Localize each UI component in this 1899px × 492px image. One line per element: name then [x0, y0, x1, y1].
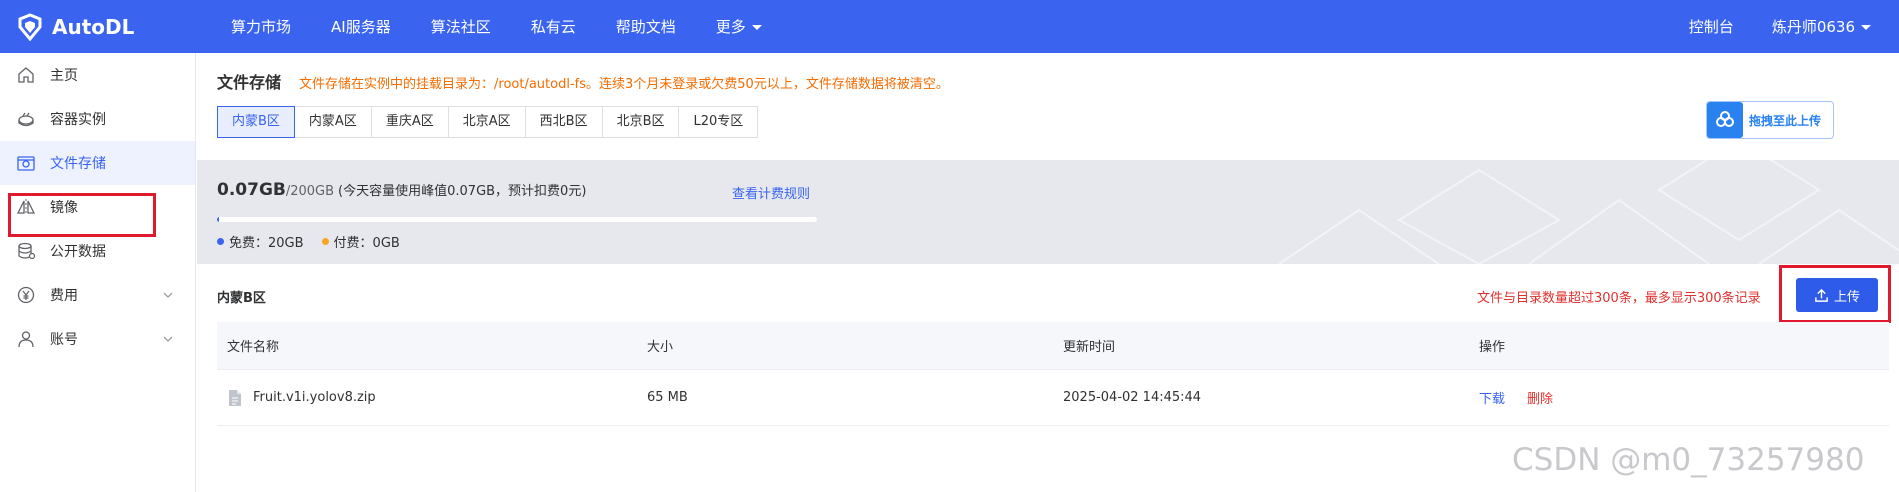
paid-dot-icon [321, 238, 329, 245]
free-dot-icon [217, 238, 224, 245]
used-capacity: 0.07GB [217, 180, 286, 200]
file-size: 65 MB [647, 390, 688, 405]
legend-free: 免费：20GB [217, 232, 304, 251]
chevron-down-icon [1861, 25, 1871, 30]
table-header: 文件名称 大小 更新时间 操作 [217, 322, 1889, 370]
upload-button-label: 上传 [1833, 289, 1860, 305]
usage-progress-fill [217, 217, 219, 222]
current-region-label: 内蒙B区 [217, 291, 266, 306]
sidebar-item-billing[interactable]: 费用 [0, 273, 195, 317]
main-content: 文件存储 文件存储在实例中的挂载目录为：/root/autodl-fs。连续3个… [197, 53, 1899, 492]
file-name: Fruit.v1i.yolov8.zip [253, 390, 376, 405]
tab-region-beijing-a[interactable]: 北京A区 [447, 106, 526, 138]
user-icon [18, 331, 34, 348]
tab-region-beijing-b[interactable]: 北京B区 [601, 106, 680, 138]
tab-region-chongqing-a[interactable]: 重庆A区 [370, 106, 449, 138]
page-title: 文件存储 [217, 73, 282, 92]
sidebar-item-label: 镜像 [50, 200, 78, 216]
header-file-name: 文件名称 [227, 340, 280, 355]
autodl-logo-icon [18, 12, 42, 41]
tab-region-neimeng-a[interactable]: 内蒙A区 [293, 106, 372, 138]
sidebar-item-home[interactable]: 主页 [0, 53, 195, 97]
decorative-pattern [1278, 160, 1899, 264]
brand-name: AutoDL [52, 14, 135, 39]
chevron-down-icon [163, 336, 173, 342]
sidebar-item-label: 费用 [50, 288, 78, 304]
home-icon [18, 67, 34, 83]
drag-upload-label: 拖拽至此上传 [1749, 113, 1822, 128]
container-icon [18, 112, 34, 127]
sidebar-item-mirror[interactable]: 镜像 [0, 185, 195, 229]
drag-upload-icon-box [1707, 102, 1743, 138]
sidebar-item-containers[interactable]: 容器实例 [0, 97, 195, 141]
delete-link[interactable]: 删除 [1527, 388, 1553, 407]
usage-summary: 0.07GB /200GB (今天容量使用峰值0.07GB，预计扣费0元) [217, 180, 586, 200]
chevron-down-icon [751, 25, 762, 30]
user-menu[interactable]: 炼丹师0636 [1772, 16, 1871, 37]
sidebar-item-account[interactable]: 账号 [0, 317, 195, 361]
sidebar-item-file-storage[interactable]: 文件存储 [0, 141, 195, 185]
header-updated: 更新时间 [1063, 340, 1116, 355]
usage-panel: 0.07GB /200GB (今天容量使用峰值0.07GB，预计扣费0元) 查看… [197, 160, 1899, 264]
download-link[interactable]: 下载 [1479, 388, 1505, 407]
nav-ai-server[interactable]: AI服务器 [331, 16, 391, 37]
legend-free-label: 免费：20GB [229, 236, 304, 251]
usage-legend: 免费：20GB 付费：0GB [217, 232, 418, 251]
top-right-menu: 控制台 炼丹师0636 [1651, 16, 1871, 37]
drag-upload-button[interactable]: 拖拽至此上传 [1706, 101, 1834, 139]
yen-icon [17, 286, 35, 304]
nav-private-cloud[interactable]: 私有云 [531, 16, 576, 37]
main-nav: 算力市场 AI服务器 算法社区 私有云 帮助文档 更多 [231, 16, 802, 37]
region-tabs: 内蒙B区 内蒙A区 重庆A区 北京A区 西北B区 北京B区 L20专区 [217, 106, 759, 138]
billing-rules-link[interactable]: 查看计费规则 [732, 183, 810, 202]
sidebar-item-label: 公开数据 [50, 244, 106, 260]
legend-paid: 付费：0GB [321, 232, 400, 251]
file-table: 文件名称 大小 更新时间 操作 Fruit.v1i.yolov8.zip 65 … [217, 322, 1889, 426]
table-row: Fruit.v1i.yolov8.zip 65 MB 2025-04-02 14… [217, 370, 1889, 426]
file-icon [229, 389, 241, 406]
legend-paid-label: 付费：0GB [333, 236, 400, 251]
sidebar: 主页 容器实例 文件存储 镜像 公开数据 费用 账号 [0, 53, 196, 492]
file-actions: 下载 删除 [1469, 388, 1889, 407]
folder-storage-icon [17, 156, 35, 171]
tab-region-l20[interactable]: L20专区 [678, 106, 759, 138]
file-name-cell[interactable]: Fruit.v1i.yolov8.zip [217, 389, 637, 407]
record-limit-warning: 文件与目录数量超过300条，最多显示300条记录 [1477, 291, 1761, 306]
upload-button[interactable]: 上传 [1796, 278, 1878, 312]
nav-algorithm-community[interactable]: 算法社区 [431, 16, 491, 37]
upload-icon [1815, 288, 1828, 302]
total-capacity: /200GB [285, 184, 335, 199]
nav-compute-market[interactable]: 算力市场 [231, 16, 291, 37]
file-updated: 2025-04-02 14:45:44 [1063, 390, 1202, 405]
user-name: 炼丹师0636 [1771, 18, 1855, 36]
database-icon [18, 242, 36, 260]
nav-more-label: 更多 [715, 18, 746, 36]
nav-console[interactable]: 控制台 [1689, 16, 1734, 37]
cloud-icon [1716, 111, 1734, 127]
page-header: 文件存储 文件存储在实例中的挂载目录为：/root/autodl-fs。连续3个… [217, 69, 949, 93]
usage-note: (今天容量使用峰值0.07GB，预计扣费0元) [338, 184, 587, 199]
storage-notice: 文件存储在实例中的挂载目录为：/root/autodl-fs。连续3个月未登录或… [299, 77, 949, 92]
tab-region-neimeng-b[interactable]: 内蒙B区 [217, 106, 295, 138]
sidebar-item-public-data[interactable]: 公开数据 [0, 229, 195, 273]
header-size: 大小 [647, 340, 674, 355]
nav-help-docs[interactable]: 帮助文档 [616, 16, 676, 37]
mirror-icon [16, 199, 36, 215]
sidebar-item-label: 容器实例 [50, 112, 106, 128]
brand-logo[interactable]: AutoDL [16, 12, 216, 41]
top-navbar: AutoDL 算力市场 AI服务器 算法社区 私有云 帮助文档 更多 控制台 炼… [0, 0, 1899, 53]
tab-region-xibei-b[interactable]: 西北B区 [524, 106, 603, 138]
sidebar-item-label: 主页 [50, 68, 78, 84]
csdn-watermark: CSDN @m0_73257980 [1512, 442, 1865, 478]
sidebar-item-label: 账号 [50, 332, 78, 348]
header-actions: 操作 [1479, 340, 1506, 355]
chevron-down-icon [163, 292, 173, 298]
nav-more-dropdown[interactable]: 更多 [716, 16, 762, 37]
sidebar-item-label: 文件存储 [50, 156, 106, 172]
usage-progress-bar [217, 217, 817, 222]
